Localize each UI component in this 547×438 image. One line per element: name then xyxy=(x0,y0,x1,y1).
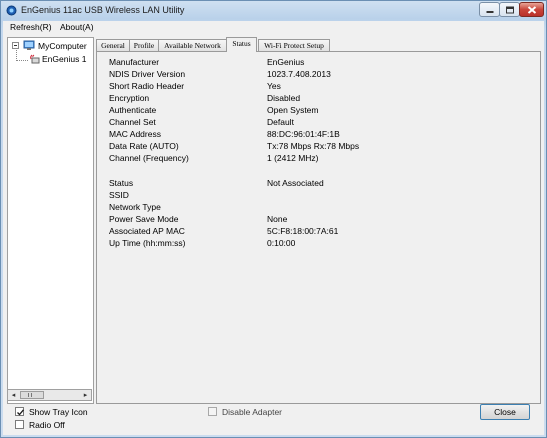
tab-profile[interactable]: Profile xyxy=(129,39,159,51)
close-window-button[interactable] xyxy=(519,2,544,17)
row-value: 5C:F8:18:00:7A:61 xyxy=(267,226,339,236)
minimize-icon xyxy=(486,10,493,13)
show-tray-icon-checkbox[interactable] xyxy=(15,407,24,416)
status-row-encryption: Encryption Disabled xyxy=(109,93,529,104)
radio-off-label[interactable]: Radio Off xyxy=(29,420,65,430)
disable-adapter-checkbox[interactable] xyxy=(208,407,217,416)
tree-horizontal-scrollbar[interactable]: ◂ ▸ xyxy=(7,389,92,401)
scroll-thumb[interactable] xyxy=(20,391,44,399)
status-row-data-rate: Data Rate (AUTO) Tx:78 Mbps Rx:78 Mbps xyxy=(109,141,529,152)
status-row-channel-set: Channel Set Default xyxy=(109,117,529,128)
menu-about[interactable]: About(A) xyxy=(60,22,94,32)
checkmark-icon xyxy=(17,409,24,416)
row-label: Network Type xyxy=(109,202,161,212)
radio-off-checkbox[interactable] xyxy=(15,420,24,429)
tab-available-network[interactable]: Available Network xyxy=(158,39,227,51)
row-label: Encryption xyxy=(109,93,150,103)
status-row-ndis-driver-version: NDIS Driver Version 1023.7.408.2013 xyxy=(109,69,529,80)
status-row-up-time: Up Time (hh:mm:ss) 0:10:00 xyxy=(109,238,529,249)
row-value: Open System xyxy=(267,105,319,115)
status-row-status: Status Not Associated xyxy=(109,178,529,189)
show-tray-icon-label[interactable]: Show Tray Icon xyxy=(29,407,88,417)
scroll-right-icon[interactable]: ▸ xyxy=(81,391,90,400)
status-row-channel-frequency: Channel (Frequency) 1 (2412 MHz) xyxy=(109,153,529,164)
row-label: Status xyxy=(109,178,134,188)
row-label: Authenticate xyxy=(109,105,157,115)
row-value: 1023.7.408.2013 xyxy=(267,69,331,79)
row-label: NDIS Driver Version xyxy=(109,69,186,79)
row-label: Associated AP MAC xyxy=(109,226,185,236)
row-label: Power Save Mode xyxy=(109,214,179,224)
title-bar[interactable]: EnGenius 11ac USB Wireless LAN Utility xyxy=(1,1,546,20)
menu-bar: Refresh(R) About(A) xyxy=(3,21,544,34)
tree-connector xyxy=(16,60,28,61)
row-value: Tx:78 Mbps Rx:78 Mbps xyxy=(267,141,360,151)
status-row-associated-ap-mac: Associated AP MAC 5C:F8:18:00:7A:61 xyxy=(109,226,529,237)
tab-status[interactable]: Status xyxy=(226,37,257,52)
status-row-power-save-mode: Power Save Mode None xyxy=(109,214,529,225)
row-value: None xyxy=(267,214,288,224)
tab-wifi-protect-setup[interactable]: Wi-Fi Protect Setup xyxy=(258,39,330,51)
tree-collapse-toggle[interactable] xyxy=(12,42,19,49)
tab-general[interactable]: General xyxy=(96,39,130,51)
row-value: 0:10:00 xyxy=(267,238,296,248)
wireless-adapter-icon xyxy=(30,54,40,64)
row-label: Channel Set xyxy=(109,117,156,127)
status-row-network-type: Network Type xyxy=(109,202,529,213)
row-label: Short Radio Header xyxy=(109,81,185,91)
client-area: MyComputer EnGenius 1 ◂ ▸ General Profil… xyxy=(3,34,544,435)
row-label: MAC Address xyxy=(109,129,161,139)
close-icon xyxy=(527,5,536,14)
device-tree[interactable]: MyComputer EnGenius 1 xyxy=(7,37,94,404)
tree-adapter-label[interactable]: EnGenius 1 xyxy=(42,54,86,64)
row-value: Yes xyxy=(267,81,281,91)
close-button[interactable]: Close xyxy=(480,404,530,420)
minimize-button[interactable] xyxy=(479,2,500,17)
computer-icon xyxy=(23,40,35,50)
maximize-button[interactable] xyxy=(499,2,520,17)
row-value: Disabled xyxy=(267,93,301,103)
status-row-authenticate: Authenticate Open System xyxy=(109,105,529,116)
row-label: Channel (Frequency) xyxy=(109,153,189,163)
row-value: 1 (2412 MHz) xyxy=(267,153,319,163)
app-icon xyxy=(6,5,17,16)
status-panel: Manufacturer EnGenius NDIS Driver Versio… xyxy=(96,51,541,404)
row-label: SSID xyxy=(109,190,129,200)
menu-refresh[interactable]: Refresh(R) xyxy=(10,22,52,32)
app-window: EnGenius 11ac USB Wireless LAN Utility R… xyxy=(0,0,547,438)
disable-adapter-label[interactable]: Disable Adapter xyxy=(222,407,282,417)
row-value: 88:DC:96:01:4F:1B xyxy=(267,129,340,139)
status-row-ssid: SSID xyxy=(109,190,529,201)
grip-icon xyxy=(28,393,32,397)
status-row-short-radio-header: Short Radio Header Yes xyxy=(109,81,529,92)
row-label: Up Time (hh:mm:ss) xyxy=(109,238,186,248)
tree-root-label[interactable]: MyComputer xyxy=(38,41,87,51)
status-row-manufacturer: Manufacturer EnGenius xyxy=(109,57,529,68)
row-value: Default xyxy=(267,117,294,127)
row-label: Manufacturer xyxy=(109,57,160,67)
row-label: Data Rate (AUTO) xyxy=(109,141,179,151)
window-title: EnGenius 11ac USB Wireless LAN Utility xyxy=(21,5,185,15)
scroll-left-icon[interactable]: ◂ xyxy=(9,391,18,400)
maximize-icon xyxy=(505,6,514,13)
row-value: Not Associated xyxy=(267,178,324,188)
status-row-mac-address: MAC Address 88:DC:96:01:4F:1B xyxy=(109,129,529,140)
row-value: EnGenius xyxy=(267,57,305,67)
